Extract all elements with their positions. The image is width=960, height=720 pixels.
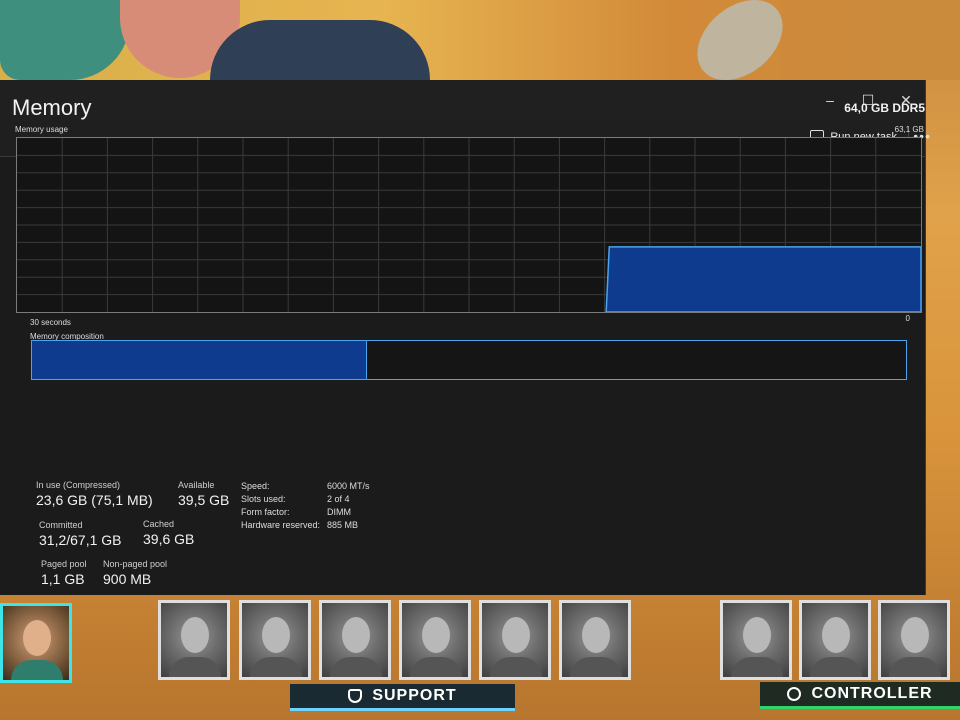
character-portrait[interactable] bbox=[319, 600, 391, 680]
portrait-shoulders bbox=[731, 657, 783, 677]
portrait-face bbox=[582, 617, 610, 653]
stat-in-use: In use (Compressed) 23,6 GB (75,1 MB) bbox=[36, 480, 153, 508]
stat-cached: Cached 39,6 GB bbox=[143, 519, 194, 547]
controller-class-label: CONTROLLER bbox=[811, 685, 933, 702]
speed-value: 6000 MT/s bbox=[327, 481, 370, 491]
portrait-face bbox=[822, 617, 850, 653]
game-character-artwork bbox=[210, 20, 430, 80]
memory-usage-label: Memory usage bbox=[15, 125, 68, 134]
spec-hardware-reserved: Hardware reserved: 885 MB bbox=[241, 519, 370, 532]
portrait-face bbox=[181, 617, 209, 653]
in-use-value: 23,6 GB (75,1 MB) bbox=[36, 492, 153, 508]
character-portrait[interactable] bbox=[799, 600, 871, 680]
character-portrait[interactable] bbox=[479, 600, 551, 680]
paged-pool-value: 1,1 GB bbox=[41, 571, 85, 587]
memory-specs: Speed: 6000 MT/s Slots used: 2 of 4 Form… bbox=[241, 480, 370, 532]
non-paged-pool-value: 900 MB bbox=[103, 571, 152, 587]
stat-available: Available 39,5 GB bbox=[178, 480, 229, 508]
stat-paged-pool: Paged pool 1,1 GB bbox=[41, 559, 87, 587]
portrait-shoulders bbox=[490, 657, 542, 677]
character-portrait[interactable] bbox=[878, 600, 950, 680]
portrait-shoulders bbox=[410, 657, 462, 677]
form-factor-label: Form factor: bbox=[241, 507, 290, 517]
portrait-shoulders bbox=[570, 657, 622, 677]
portrait-shoulders bbox=[810, 657, 862, 677]
support-class-tab[interactable]: SUPPORT bbox=[290, 684, 515, 711]
cached-value: 39,6 GB bbox=[143, 531, 195, 547]
portrait-face bbox=[23, 620, 51, 656]
portrait-face bbox=[342, 617, 370, 653]
portrait-shoulders bbox=[250, 657, 302, 677]
character-portrait[interactable] bbox=[399, 600, 471, 680]
portrait-face bbox=[422, 617, 450, 653]
memory-usage-graph bbox=[16, 137, 922, 313]
committed-label: Committed bbox=[39, 520, 83, 530]
memory-usage-area bbox=[605, 246, 921, 312]
composition-in-use-segment bbox=[32, 341, 367, 379]
committed-value: 31,2/67,1 GB bbox=[39, 532, 122, 548]
page-title: Memory bbox=[12, 95, 92, 120]
minimize-button[interactable]: – bbox=[811, 80, 849, 120]
portrait-shoulders bbox=[889, 657, 941, 677]
memory-total: 64,0 GB DDR5 bbox=[844, 101, 925, 115]
portrait-face bbox=[743, 617, 771, 653]
cached-label: Cached bbox=[143, 519, 175, 529]
spec-form-factor: Form factor: DIMM bbox=[241, 506, 370, 519]
stat-non-paged-pool: Non-paged pool 900 MB bbox=[103, 559, 167, 587]
available-label: Available bbox=[178, 480, 215, 490]
portrait-shoulders bbox=[169, 657, 221, 677]
hardware-reserved-label: Hardware reserved: bbox=[241, 520, 321, 530]
non-paged-pool-label: Non-paged pool bbox=[103, 559, 168, 569]
memory-usage-chart bbox=[17, 138, 921, 312]
character-portrait[interactable] bbox=[239, 600, 311, 680]
in-use-label: In use (Compressed) bbox=[36, 480, 121, 490]
character-portrait[interactable] bbox=[720, 600, 792, 680]
graph-zero-label: 0 bbox=[905, 314, 910, 323]
spec-speed: Speed: 6000 MT/s bbox=[241, 480, 370, 493]
portrait-face bbox=[262, 617, 290, 653]
portrait-face bbox=[901, 617, 929, 653]
controller-class-icon bbox=[787, 687, 802, 701]
slots-value: 2 of 4 bbox=[327, 494, 350, 504]
memory-composition-bar bbox=[31, 340, 907, 380]
shield-icon bbox=[348, 689, 363, 703]
character-portrait[interactable] bbox=[158, 600, 230, 680]
paged-pool-label: Paged pool bbox=[41, 559, 87, 569]
stat-committed: Committed 31,2/67,1 GB bbox=[39, 520, 122, 548]
character-portrait-selected[interactable] bbox=[0, 603, 72, 683]
available-value: 39,5 GB bbox=[178, 492, 230, 508]
spec-slots: Slots used: 2 of 4 bbox=[241, 493, 370, 506]
support-class-label: SUPPORT bbox=[372, 687, 457, 704]
portrait-shoulders bbox=[330, 657, 382, 677]
memory-usage-max: 63,1 GB bbox=[894, 125, 924, 134]
controller-class-tab[interactable]: CONTROLLER bbox=[760, 682, 960, 709]
slots-label: Slots used: bbox=[241, 494, 286, 504]
character-portrait[interactable] bbox=[559, 600, 631, 680]
form-factor-value: DIMM bbox=[327, 507, 351, 517]
portrait-shoulders bbox=[11, 660, 63, 680]
portrait-face bbox=[502, 617, 530, 653]
speed-label: Speed: bbox=[241, 481, 270, 491]
hardware-reserved-value: 885 MB bbox=[327, 520, 359, 530]
graph-time-label: 30 seconds bbox=[30, 318, 71, 327]
title-bar: – ☐ ✕ bbox=[0, 80, 925, 120]
